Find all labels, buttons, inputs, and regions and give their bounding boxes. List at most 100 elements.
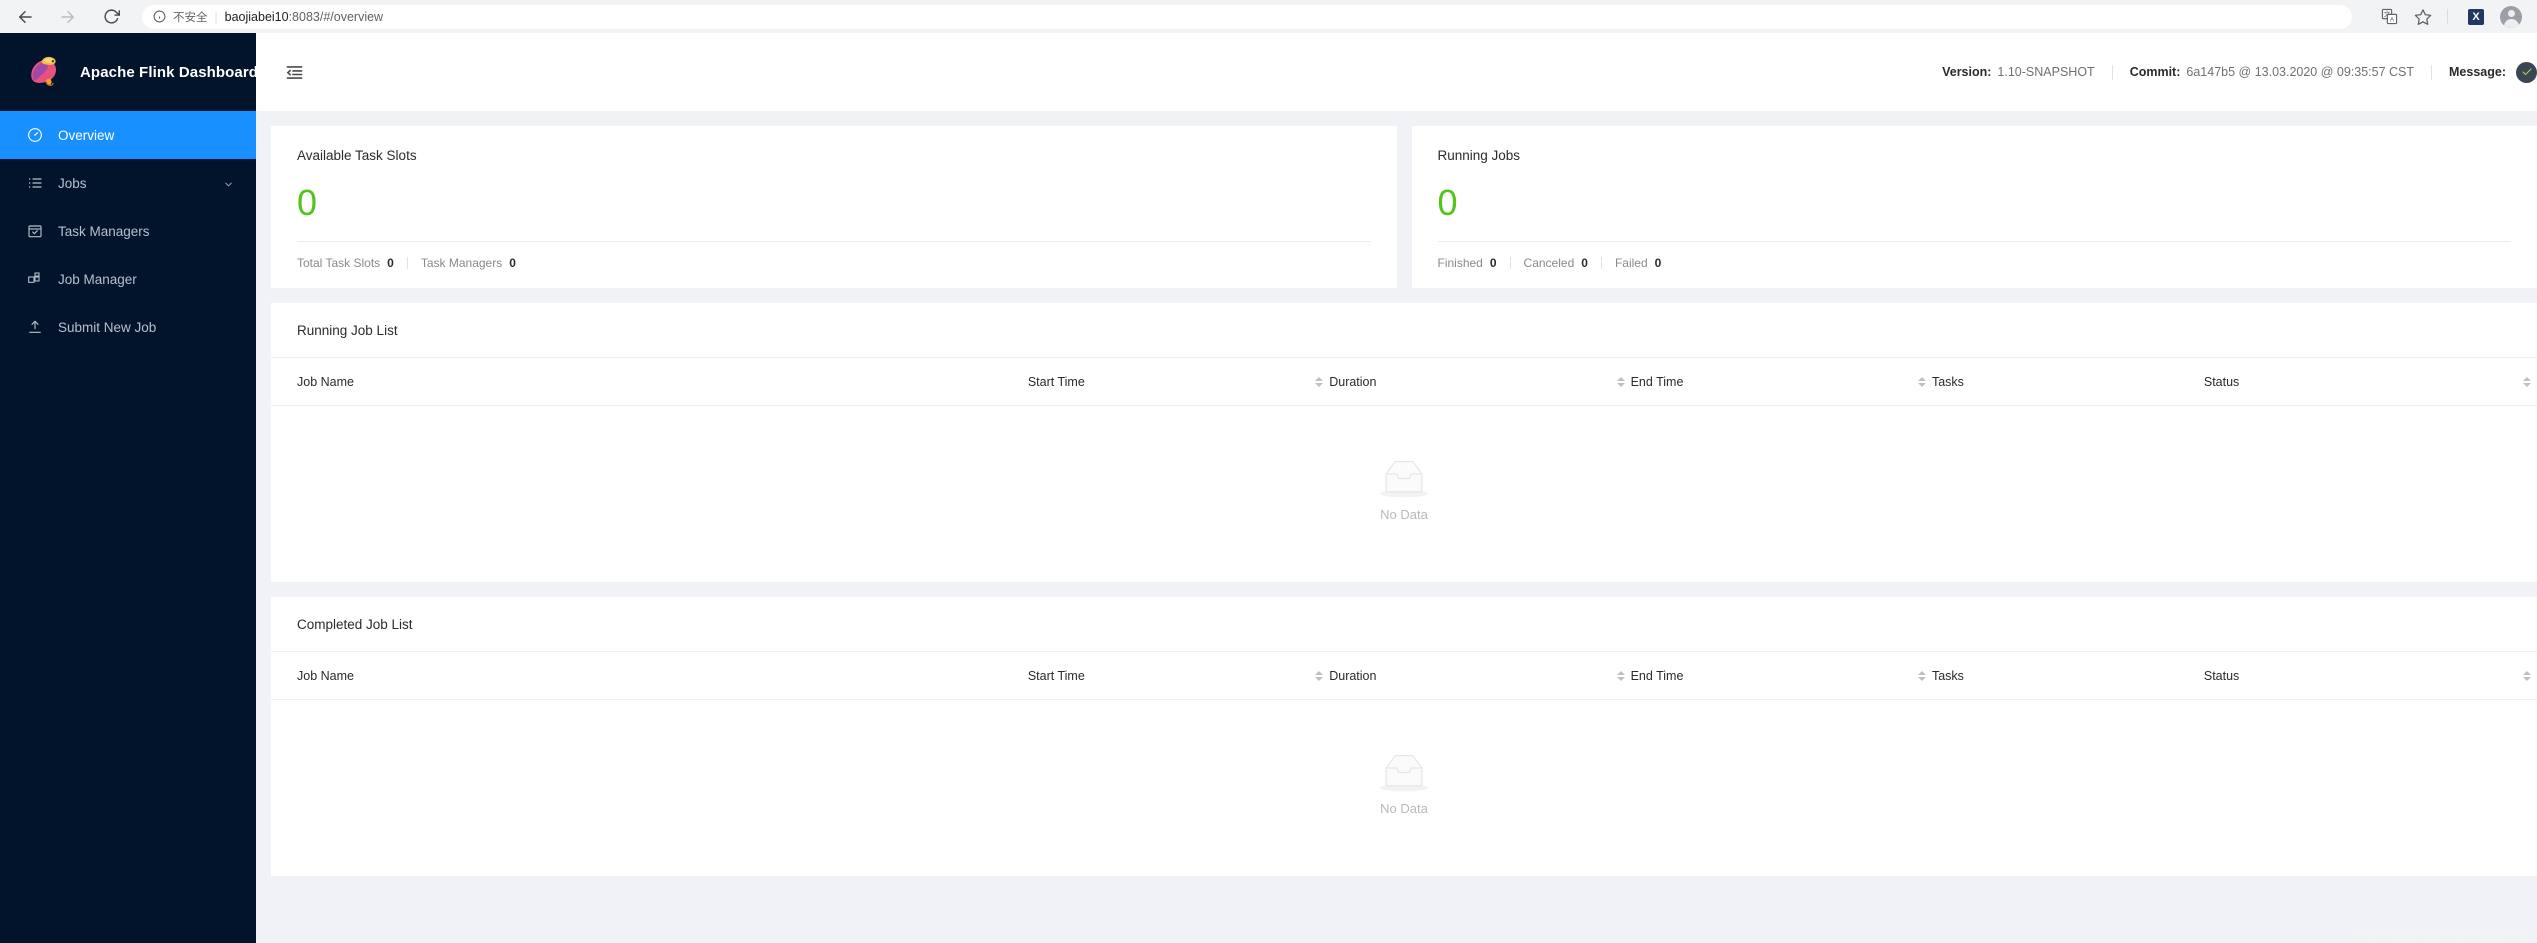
column-label: Status — [2203, 375, 2240, 389]
col-duration[interactable]: Duration — [1329, 652, 1631, 700]
empty-inbox-icon — [1372, 752, 1436, 793]
app-root: Apache Flink Dashboard Overview Jobs Tas… — [0, 33, 2537, 943]
star-icon[interactable] — [2410, 4, 2436, 30]
failed-jobs-stat: Failed 0 — [1615, 256, 1661, 270]
back-arrow-icon[interactable] — [14, 6, 36, 28]
extension-icon[interactable]: X — [2463, 4, 2489, 30]
address-bar[interactable]: 不安全 | baojiabei10:8083/#/overview — [142, 4, 2352, 29]
sort-toggle-icon[interactable] — [1315, 377, 1329, 387]
completed-job-list-table: Job Name Start Time Duration End Time Ta… — [271, 652, 2537, 876]
col-tasks: Tasks — [1931, 652, 2204, 700]
empty-row: No Data — [271, 406, 2537, 583]
chevron-down-icon[interactable] — [223, 178, 234, 189]
card-footer: Total Task Slots 0 Task Managers 0 — [297, 242, 1371, 270]
sort-toggle-icon[interactable] — [1315, 671, 1329, 681]
sort-toggle-icon[interactable] — [2523, 671, 2537, 681]
stat-label: Failed — [1614, 256, 1648, 270]
stat-label: Total Task Slots — [297, 256, 381, 270]
column-label: Status — [2203, 669, 2240, 683]
calendar-check-icon — [26, 223, 43, 240]
col-start-time[interactable]: Start Time — [1027, 652, 1330, 700]
sidebar-item-label: Submit New Job — [58, 319, 157, 335]
watermark-text: https://blog.csdn.net/fanjianhai — [2353, 927, 2529, 941]
empty-row: No Data — [271, 700, 2537, 877]
sidebar-item-overview[interactable]: Overview — [0, 111, 256, 159]
sort-toggle-icon[interactable] — [1917, 377, 1932, 387]
topbar-meta: Version: 1.10-SNAPSHOT Commit: 6a147b5 @… — [1942, 61, 2537, 83]
panel-title: Running Job List — [297, 323, 398, 338]
sort-toggle-icon[interactable] — [1616, 377, 1631, 387]
available-task-slots-value: 0 — [297, 182, 318, 223]
sort-toggle-icon[interactable] — [2523, 377, 2537, 387]
column-label: End Time — [1630, 669, 1684, 683]
column-label: Start Time — [1027, 669, 1085, 683]
sidebar-item-task-managers[interactable]: Task Managers — [0, 207, 256, 255]
sidebar-menu: Overview Jobs Task Managers Job Manager … — [0, 111, 256, 351]
list-icon — [26, 175, 43, 192]
task-managers-stat: Task Managers 0 — [421, 256, 516, 270]
column-label: Duration — [1329, 375, 1377, 389]
col-job-name: Job Name — [271, 652, 1028, 700]
profile-avatar-icon[interactable] — [2497, 4, 2523, 30]
upload-icon — [26, 319, 43, 336]
footer-divider — [1509, 257, 1511, 269]
running-job-list-table: Job Name Start Time Duration End Time Ta… — [271, 358, 2537, 582]
extension-badge-label: X — [2468, 8, 2484, 25]
dashboard-gauge-icon — [26, 127, 43, 144]
empty-inbox-icon — [1372, 458, 1436, 499]
running-job-list-body: No Data — [271, 406, 2537, 583]
version-value: 1.10-SNAPSHOT — [1997, 65, 2095, 79]
running-job-list-panel: Running Job List Job Name Start Time Dur… — [271, 303, 2537, 582]
app-topbar: Version: 1.10-SNAPSHOT Commit: 6a147b5 @… — [256, 33, 2537, 111]
sidebar-item-submit-new-job[interactable]: Submit New Job — [0, 303, 256, 351]
stat-value: 0 — [1654, 256, 1662, 270]
message-label: Message: — [2449, 65, 2506, 79]
col-tasks: Tasks — [1931, 358, 2204, 406]
col-start-time[interactable]: Start Time — [1027, 358, 1330, 406]
sidebar-item-label: Overview — [58, 127, 115, 143]
card-title: Available Task Slots — [297, 148, 417, 163]
empty-state-text: No Data — [1380, 801, 1428, 816]
commit-label: Commit: — [2129, 65, 2181, 79]
col-status[interactable]: Status — [2203, 358, 2537, 406]
toolbar-divider — [2447, 9, 2448, 24]
url-host: baojiabei10 — [224, 9, 289, 24]
stat-label: Canceled — [1523, 256, 1575, 270]
sidebar-item-label: Jobs — [58, 175, 87, 191]
empty-state: No Data — [271, 458, 2537, 522]
running-jobs-value: 0 — [1437, 182, 1458, 223]
info-circle-icon[interactable] — [153, 10, 166, 23]
sort-toggle-icon[interactable] — [1917, 671, 1932, 681]
content-area: Available Task Slots 0 Total Task Slots … — [256, 111, 2537, 943]
sidebar-item-job-manager[interactable]: Job Manager — [0, 255, 256, 303]
sidebar-item-jobs[interactable]: Jobs — [0, 159, 256, 207]
browser-toolbar: 不安全 | baojiabei10:8083/#/overview 文 A X — [0, 0, 2537, 33]
running-jobs-card: Running Jobs 0 Finished 0 Canceled 0 Fai… — [1411, 126, 2537, 288]
column-label: Start Time — [1027, 375, 1085, 389]
column-label: Duration — [1329, 669, 1377, 683]
stat-value: 0 — [1489, 256, 1497, 270]
reload-icon[interactable] — [100, 6, 122, 28]
sort-toggle-icon[interactable] — [1616, 671, 1631, 681]
url-path: :8083/#/overview — [288, 9, 384, 24]
forward-arrow-icon[interactable] — [57, 6, 79, 28]
stat-card-row: Available Task Slots 0 Total Task Slots … — [271, 126, 2537, 288]
col-end-time[interactable]: End Time — [1630, 358, 1932, 406]
translate-icon[interactable]: 文 A — [2376, 4, 2402, 30]
address-bar-url: baojiabei10:8083/#/overview — [225, 10, 383, 24]
message-badge-icon[interactable] — [2516, 61, 2537, 83]
brand-header: Apache Flink Dashboard — [0, 33, 258, 111]
card-footer: Finished 0 Canceled 0 Failed 0 — [1438, 242, 2512, 270]
col-duration[interactable]: Duration — [1329, 358, 1631, 406]
finished-jobs-stat: Finished 0 — [1438, 256, 1497, 270]
flink-squirrel-logo — [26, 54, 66, 90]
col-status[interactable]: Status — [2203, 652, 2537, 700]
message-group: Message: — [2449, 65, 2506, 79]
menu-fold-icon[interactable] — [280, 58, 308, 86]
stat-value: 0 — [509, 256, 516, 270]
column-label: Job Name — [297, 669, 354, 683]
canceled-jobs-stat: Canceled 0 — [1524, 256, 1588, 270]
empty-state-text: No Data — [1380, 507, 1428, 522]
col-end-time[interactable]: End Time — [1630, 652, 1932, 700]
completed-job-list-panel: Completed Job List Job Name Start Time D… — [271, 597, 2537, 876]
